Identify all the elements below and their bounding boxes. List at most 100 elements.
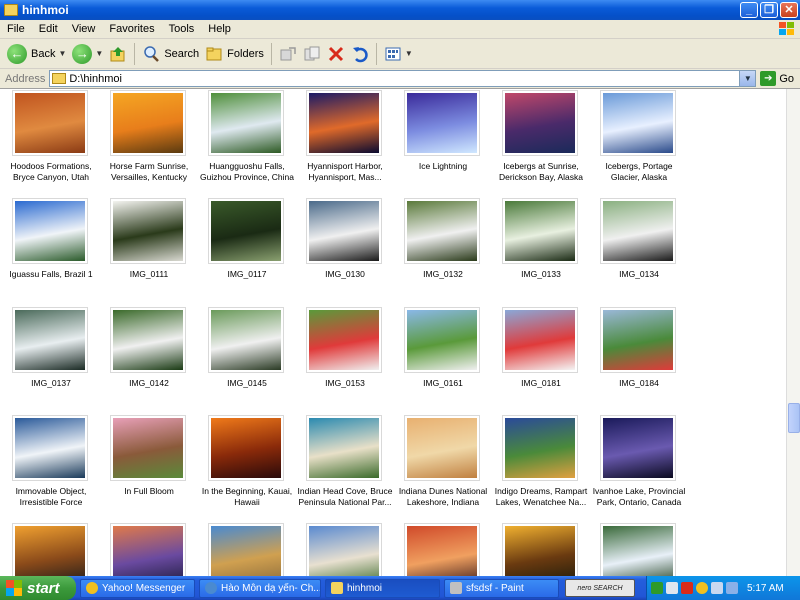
scrollbar-thumb[interactable] bbox=[788, 403, 800, 433]
taskbar-item-paint[interactable]: sfsdsf - Paint bbox=[444, 578, 559, 598]
menu-favorites[interactable]: Favorites bbox=[102, 23, 161, 35]
thumbnail-image bbox=[211, 93, 281, 153]
file-name: Hoodoos Formations, Bryce Canyon, Utah bbox=[10, 161, 92, 182]
thumbnail[interactable] bbox=[12, 523, 88, 576]
views-button[interactable]: ▼ bbox=[381, 41, 416, 67]
thumbnail[interactable] bbox=[208, 90, 284, 156]
thumbnail[interactable] bbox=[110, 198, 186, 264]
thumbnail[interactable] bbox=[208, 415, 284, 481]
menu-file[interactable]: File bbox=[0, 23, 32, 35]
file-name: IMG_0184 bbox=[619, 378, 659, 388]
file-name: Ice Lightning bbox=[418, 161, 468, 171]
address-input[interactable]: D:\hinhmoi ▼ bbox=[49, 70, 757, 87]
menu-tools[interactable]: Tools bbox=[162, 23, 202, 35]
thumbnail[interactable] bbox=[12, 90, 88, 156]
start-button[interactable]: start bbox=[0, 576, 76, 600]
search-button[interactable]: Search bbox=[139, 41, 202, 67]
yahoo-messenger-icon bbox=[86, 582, 98, 594]
thumbnail[interactable] bbox=[600, 90, 676, 156]
file-name: Ivanhoe Lake, Provincial Park, Ontario, … bbox=[592, 486, 686, 507]
taskbar-item-hinhmoi[interactable]: hinhmoi bbox=[325, 578, 440, 598]
thumbnail[interactable] bbox=[110, 415, 186, 481]
file-name: Huangguoshu Falls, Guizhou Province, Chi… bbox=[199, 161, 295, 182]
delete-button[interactable] bbox=[324, 41, 348, 67]
taskbar-item-yahoo-messenger[interactable]: Yahoo! Messenger bbox=[80, 578, 195, 598]
vertical-scrollbar[interactable] bbox=[786, 89, 800, 576]
thumbnail[interactable] bbox=[306, 307, 382, 373]
task-label: sfsdsf - Paint bbox=[466, 582, 524, 594]
arrow-icon[interactable] bbox=[651, 582, 663, 594]
windows-logo-icon bbox=[779, 22, 794, 35]
thumbnail[interactable] bbox=[110, 90, 186, 156]
thumbnail[interactable] bbox=[306, 415, 382, 481]
file-name: Indigo Dreams, Rampart Lakes, Wenatchee … bbox=[494, 486, 588, 507]
chevron-down-icon[interactable]: ▼ bbox=[95, 49, 103, 58]
chevron-down-icon[interactable]: ▼ bbox=[58, 49, 66, 58]
title-bar: hinhmoi _ ❐ ✕ bbox=[0, 0, 800, 20]
taskbar-item-browser[interactable]: Hào Môn dạ yến- Ch... bbox=[199, 578, 321, 598]
folders-label: Folders bbox=[227, 47, 264, 60]
thumbnail-image bbox=[505, 93, 575, 153]
thumbnail[interactable] bbox=[208, 523, 284, 576]
thumbnail[interactable] bbox=[208, 198, 284, 264]
thumbnail[interactable] bbox=[502, 90, 578, 156]
close-button[interactable]: ✕ bbox=[780, 2, 798, 18]
file-name: Immovable Object, Irresistible Force bbox=[15, 486, 87, 507]
move-to-button[interactable] bbox=[276, 41, 300, 67]
copy-to-icon bbox=[304, 46, 320, 60]
nero-search-box[interactable]: nero SEARCH bbox=[565, 579, 635, 597]
search-icon bbox=[144, 45, 160, 62]
thumbnail-image bbox=[15, 418, 85, 478]
thumbnail[interactable] bbox=[502, 415, 578, 481]
thumbnail-image bbox=[505, 526, 575, 576]
thumbnail[interactable] bbox=[404, 90, 480, 156]
maximize-button[interactable]: ❐ bbox=[760, 2, 778, 18]
thumbnail[interactable] bbox=[110, 523, 186, 576]
chevron-down-icon[interactable]: ▼ bbox=[405, 49, 413, 58]
back-button[interactable]: ← Back ▼ bbox=[4, 41, 69, 67]
go-button[interactable]: ➔ Go bbox=[760, 71, 800, 86]
thumbnail[interactable] bbox=[502, 523, 578, 576]
thumbnail[interactable] bbox=[404, 415, 480, 481]
thumbnail[interactable] bbox=[306, 90, 382, 156]
copy-to-button[interactable] bbox=[300, 41, 324, 67]
thumbnail[interactable] bbox=[600, 523, 676, 576]
folder-icon bbox=[52, 73, 67, 84]
thumbnail[interactable] bbox=[502, 307, 578, 373]
thumbnail[interactable] bbox=[600, 415, 676, 481]
thumbnail[interactable] bbox=[404, 523, 480, 576]
thumbnail[interactable] bbox=[12, 307, 88, 373]
menu-view[interactable]: View bbox=[65, 23, 103, 35]
volume-icon[interactable] bbox=[711, 582, 723, 594]
thumbnail[interactable] bbox=[404, 198, 480, 264]
toolbar: ← Back ▼ → ▼ Search Folders ▼ bbox=[0, 39, 800, 69]
thumbnail[interactable] bbox=[404, 307, 480, 373]
display-icon[interactable] bbox=[726, 582, 738, 594]
undo-button[interactable] bbox=[348, 41, 372, 67]
thumbnail-image bbox=[407, 526, 477, 576]
undo-icon bbox=[352, 46, 368, 62]
up-folder-button[interactable] bbox=[106, 41, 130, 67]
thumbnail[interactable] bbox=[12, 415, 88, 481]
thumbnail[interactable] bbox=[12, 198, 88, 264]
thumbnail[interactable] bbox=[306, 198, 382, 264]
folders-button[interactable]: Folders bbox=[202, 41, 267, 67]
thumbnail[interactable] bbox=[502, 198, 578, 264]
thumbnail[interactable] bbox=[110, 307, 186, 373]
thumbnail[interactable] bbox=[600, 307, 676, 373]
file-name: IMG_0181 bbox=[521, 378, 561, 388]
menu-edit[interactable]: Edit bbox=[32, 23, 65, 35]
antivirus-icon[interactable] bbox=[681, 582, 693, 594]
windows-logo-icon bbox=[6, 580, 22, 596]
messenger-icon[interactable] bbox=[696, 582, 708, 594]
thumbnail[interactable] bbox=[306, 523, 382, 576]
thumbnail[interactable] bbox=[208, 307, 284, 373]
thumbnail[interactable] bbox=[600, 198, 676, 264]
chevron-down-icon[interactable]: ▼ bbox=[739, 71, 756, 86]
file-name: IMG_0133 bbox=[521, 269, 561, 279]
forward-button[interactable]: → ▼ bbox=[69, 41, 106, 67]
minimize-button[interactable]: _ bbox=[740, 2, 758, 18]
network-icon[interactable] bbox=[666, 582, 678, 594]
thumbnail-image bbox=[15, 310, 85, 370]
menu-help[interactable]: Help bbox=[201, 23, 238, 35]
